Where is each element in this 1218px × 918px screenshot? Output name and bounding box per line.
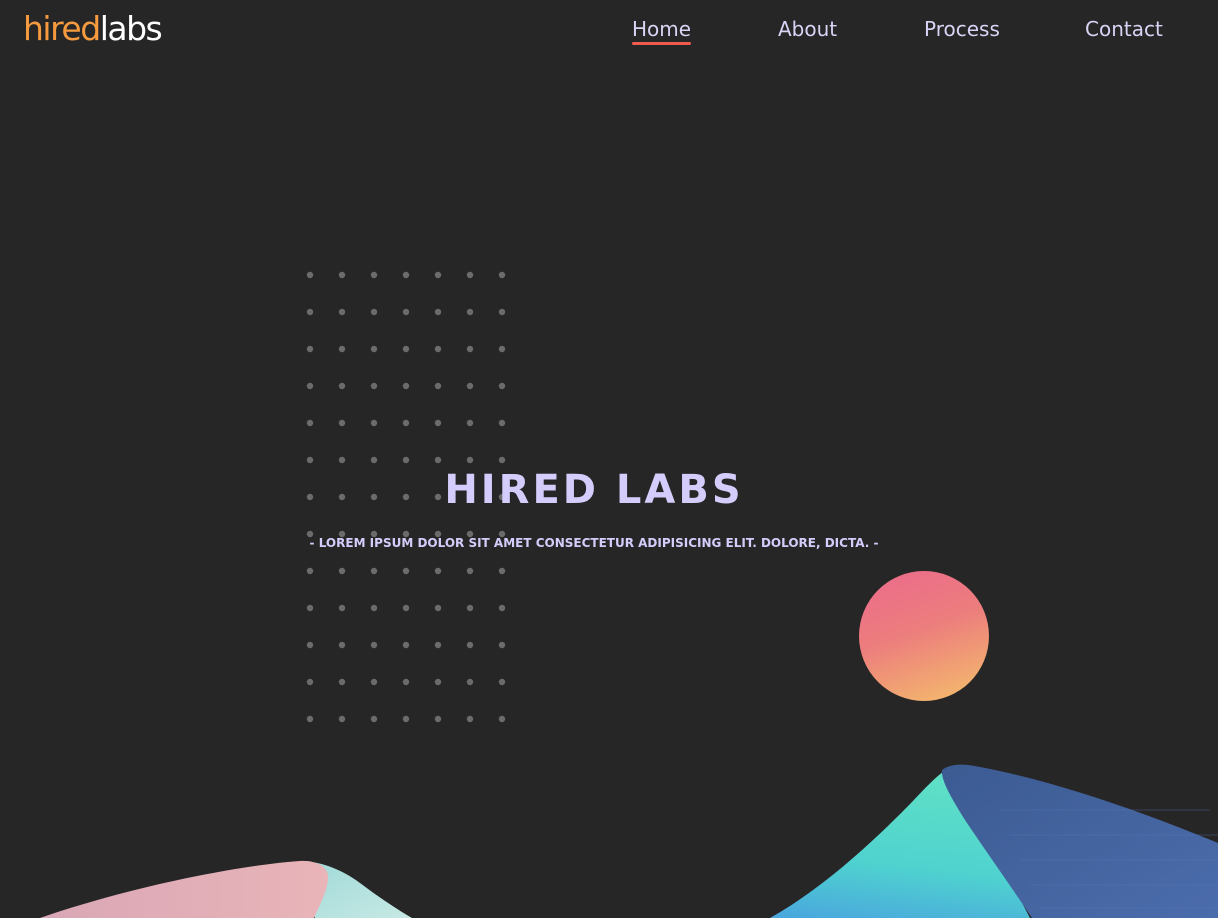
grid-dot <box>338 382 346 390</box>
gradient-circle-decoration <box>859 571 989 701</box>
grid-dot <box>338 715 346 723</box>
grid-dot <box>434 419 442 427</box>
grid-dot <box>498 456 506 464</box>
grid-dot <box>402 419 410 427</box>
grid-dot <box>306 567 314 575</box>
grid-dot <box>370 641 378 649</box>
grid-dot <box>370 678 378 686</box>
grid-dot <box>434 382 442 390</box>
grid-dot <box>498 641 506 649</box>
grid-dot <box>402 345 410 353</box>
grid-dot <box>306 345 314 353</box>
grid-dot <box>370 345 378 353</box>
grid-dot <box>370 604 378 612</box>
grid-dot <box>466 456 474 464</box>
nav-item-process[interactable]: Process <box>924 16 1000 42</box>
grid-dot <box>338 308 346 316</box>
hero-title: HIRED LABS <box>444 467 744 513</box>
grid-dot <box>370 567 378 575</box>
wave-shapes-decoration <box>40 764 1218 918</box>
grid-dot <box>306 456 314 464</box>
grid-dot <box>338 678 346 686</box>
grid-dot <box>338 456 346 464</box>
nav-item-contact-label: Contact <box>1085 17 1163 41</box>
grid-dot <box>370 382 378 390</box>
grid-dot <box>402 456 410 464</box>
grid-dot <box>434 308 442 316</box>
grid-dot <box>498 419 506 427</box>
grid-dot <box>434 345 442 353</box>
grid-dot <box>338 641 346 649</box>
main-nav: Home About Process Contact <box>0 16 1218 46</box>
grid-dot <box>498 308 506 316</box>
grid-dot <box>402 604 410 612</box>
grid-dot <box>306 715 314 723</box>
grid-dot <box>370 456 378 464</box>
grid-dot <box>498 271 506 279</box>
grid-dot <box>306 308 314 316</box>
nav-item-process-label: Process <box>924 17 1000 41</box>
grid-dot <box>306 419 314 427</box>
grid-dot <box>306 641 314 649</box>
grid-dot <box>434 678 442 686</box>
grid-dot <box>338 345 346 353</box>
grid-dot <box>370 715 378 723</box>
grid-dot <box>498 678 506 686</box>
nav-active-underline <box>632 42 692 45</box>
grid-dot <box>466 678 474 686</box>
grid-dot <box>402 271 410 279</box>
grid-dot <box>498 567 506 575</box>
grid-dot <box>466 641 474 649</box>
grid-dot <box>466 271 474 279</box>
grid-dot <box>306 604 314 612</box>
grid-dot <box>338 567 346 575</box>
grid-dot <box>466 715 474 723</box>
grid-dot <box>306 678 314 686</box>
grid-dot <box>370 419 378 427</box>
grid-dot <box>402 308 410 316</box>
grid-dot <box>306 382 314 390</box>
grid-dot <box>466 604 474 612</box>
wave-pink <box>40 860 329 918</box>
grid-dot <box>370 308 378 316</box>
grid-dot <box>434 456 442 464</box>
grid-dot <box>434 604 442 612</box>
nav-item-about-label: About <box>778 17 838 41</box>
grid-dot <box>466 382 474 390</box>
grid-dot <box>338 604 346 612</box>
grid-dot <box>434 567 442 575</box>
grid-dot <box>306 271 314 279</box>
grid-dot <box>370 271 378 279</box>
grid-dot <box>466 567 474 575</box>
hero-subtitle: - LOREM IPSUM DOLOR SIT AMET CONSECTETUR… <box>309 536 879 550</box>
grid-dot <box>498 715 506 723</box>
grid-dot <box>338 271 346 279</box>
grid-dot <box>498 382 506 390</box>
grid-dot <box>402 715 410 723</box>
grid-dot <box>402 382 410 390</box>
grid-dot <box>402 678 410 686</box>
nav-item-about[interactable]: About <box>778 16 837 42</box>
landing-page: hired labs Home About Process Contact HIR… <box>0 0 1218 918</box>
grid-dot <box>434 715 442 723</box>
nav-item-home[interactable]: Home <box>632 16 692 45</box>
grid-dot <box>466 419 474 427</box>
grid-dot <box>338 419 346 427</box>
grid-dot <box>466 345 474 353</box>
grid-dot <box>402 641 410 649</box>
grid-dot <box>402 567 410 575</box>
nav-item-contact[interactable]: Contact <box>1085 16 1163 42</box>
grid-dot <box>434 641 442 649</box>
grid-dot <box>466 308 474 316</box>
grid-dot <box>434 271 442 279</box>
grid-dot <box>498 604 506 612</box>
grid-dot <box>498 345 506 353</box>
nav-item-home-label: Home <box>632 17 692 41</box>
